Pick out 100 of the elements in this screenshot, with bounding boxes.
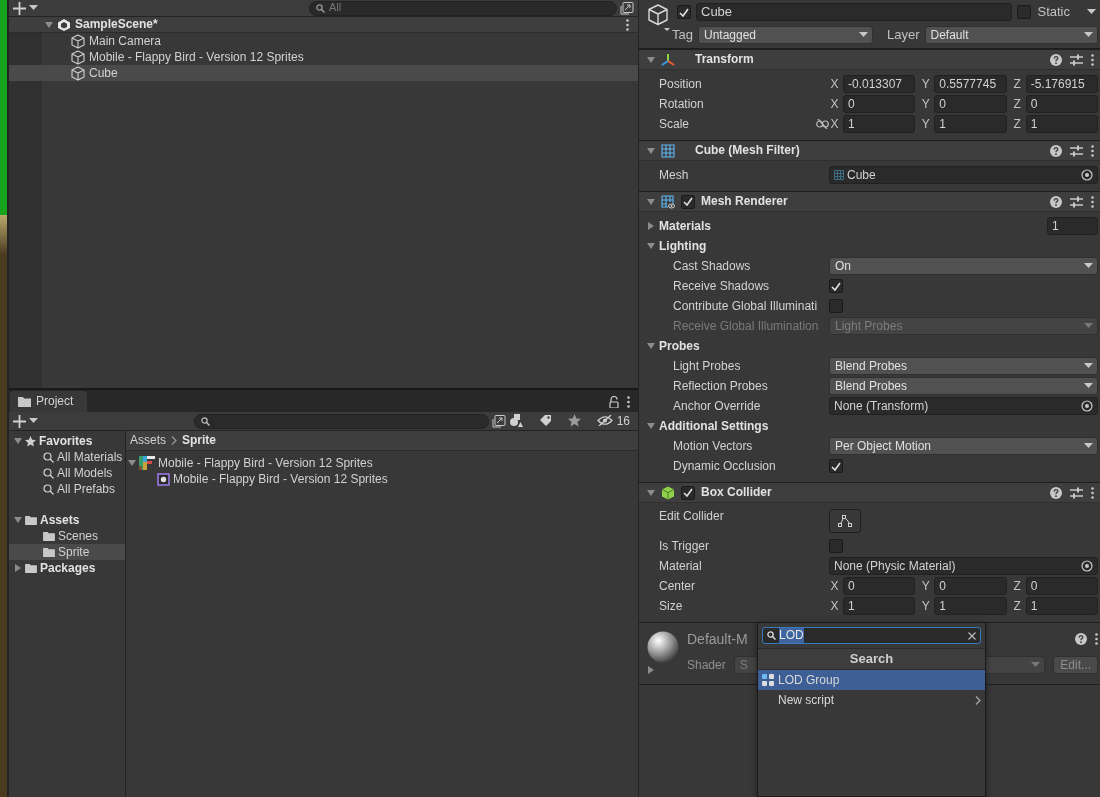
dropdown-caret-icon[interactable] <box>29 418 38 424</box>
number-field[interactable]: 0 <box>843 95 916 113</box>
folder-tree-item[interactable]: All Materials <box>9 449 125 465</box>
unlinked-icon[interactable] <box>816 119 829 129</box>
more-options-icon[interactable] <box>626 18 629 31</box>
help-icon[interactable] <box>1050 195 1062 208</box>
presets-icon[interactable] <box>1070 195 1083 208</box>
collapse-arrow-icon[interactable] <box>128 459 136 467</box>
edit-collider-button[interactable] <box>829 509 861 533</box>
object-picker-icon[interactable] <box>1081 169 1093 181</box>
collapse-arrow-icon[interactable] <box>647 197 655 206</box>
checkbox[interactable] <box>681 194 695 209</box>
number-field[interactable]: 1 <box>934 115 1007 133</box>
tag-dropdown[interactable]: Untagged <box>697 26 873 44</box>
dropdown-caret-icon[interactable] <box>29 5 38 11</box>
expand-arrow-icon[interactable] <box>647 222 655 230</box>
count-field[interactable]: 1 <box>1047 217 1098 235</box>
lock-icon[interactable] <box>609 396 619 408</box>
presets-icon[interactable] <box>1070 144 1083 157</box>
maximize-icon[interactable] <box>620 1 634 15</box>
component-title[interactable]: Transform <box>695 52 754 67</box>
dropdown[interactable]: On <box>829 257 1098 275</box>
clear-icon[interactable] <box>968 631 976 640</box>
dropdown-caret-icon[interactable] <box>1084 383 1093 389</box>
help-icon[interactable] <box>1050 53 1062 66</box>
object-picker-icon[interactable] <box>1081 560 1093 572</box>
checkbox[interactable] <box>829 539 843 553</box>
checkbox[interactable] <box>677 5 691 19</box>
folder-tree-item[interactable]: Packages <box>9 560 125 576</box>
folder-tree-item[interactable]: Sprite <box>9 544 125 560</box>
dropdown[interactable]: Per Object Motion <box>829 437 1098 455</box>
dropdown-caret-icon[interactable] <box>1084 32 1093 38</box>
label-filter-icon[interactable] <box>538 414 552 428</box>
number-field[interactable]: 0 <box>1025 95 1098 113</box>
checkbox[interactable] <box>829 459 843 473</box>
folder-tree-item[interactable]: All Models <box>9 465 125 481</box>
more-options-icon[interactable] <box>1091 53 1094 66</box>
folder-tree-item[interactable]: All Prefabs <box>9 481 125 497</box>
type-filter-icon[interactable] <box>508 414 523 428</box>
scene-name[interactable]: SampleScene* <box>75 17 158 32</box>
more-options-icon[interactable] <box>1091 144 1094 157</box>
collapse-arrow-icon[interactable] <box>45 20 53 29</box>
more-options-icon[interactable] <box>1091 486 1094 499</box>
component-title[interactable]: Mesh Renderer <box>701 194 788 209</box>
asset-item[interactable]: Mobile - Flappy Bird - Version 12 Sprites <box>126 471 638 487</box>
expand-arrow-icon[interactable] <box>14 564 22 572</box>
collapse-arrow-icon[interactable] <box>647 146 655 155</box>
number-field[interactable]: 1 <box>1025 597 1098 615</box>
component-title[interactable]: Cube (Mesh Filter) <box>695 143 800 158</box>
more-options-icon[interactable] <box>1095 633 1098 646</box>
hierarchy-item[interactable]: Main Camera <box>9 33 638 49</box>
asset-item[interactable]: Mobile - Flappy Bird - Version 12 Sprites <box>126 455 638 471</box>
collapse-arrow-icon[interactable] <box>14 437 22 445</box>
dropdown-caret-icon[interactable] <box>1084 263 1093 269</box>
dropdown-caret-icon[interactable] <box>1087 9 1096 15</box>
menu-item[interactable]: LOD Group <box>758 670 985 690</box>
help-icon[interactable] <box>1050 486 1062 499</box>
project-tab[interactable]: Project <box>10 391 88 412</box>
component-title[interactable]: Box Collider <box>701 485 772 500</box>
search-box[interactable]: All <box>309 0 617 16</box>
number-field[interactable]: -0.013307 <box>843 75 916 93</box>
collapse-arrow-icon[interactable] <box>647 242 655 250</box>
presets-icon[interactable] <box>1070 53 1083 66</box>
name-field[interactable]: Cube <box>696 3 1013 21</box>
dropdown[interactable]: Blend Probes <box>829 377 1098 395</box>
breadcrumb-link[interactable]: Assets <box>130 433 166 448</box>
search-window-icon[interactable] <box>491 414 506 428</box>
object-field[interactable]: Cube <box>829 166 1098 184</box>
layer-dropdown[interactable]: Default <box>924 26 1098 44</box>
number-field[interactable]: 1 <box>843 597 916 615</box>
search-field[interactable] <box>194 413 489 429</box>
more-options-icon[interactable] <box>1091 195 1094 208</box>
number-field[interactable]: 0 <box>934 95 1007 113</box>
hidden-packages-button[interactable]: 16 <box>596 413 630 429</box>
checkbox[interactable] <box>829 279 843 293</box>
help-icon[interactable] <box>1050 144 1062 157</box>
hierarchy-item[interactable]: Cube <box>9 65 638 81</box>
collapse-arrow-icon[interactable] <box>647 422 655 430</box>
object-picker-icon[interactable] <box>1081 400 1093 412</box>
star-icon[interactable] <box>567 414 581 428</box>
number-field[interactable]: 1 <box>934 597 1007 615</box>
checkbox[interactable] <box>1017 5 1032 19</box>
folder-tree-item[interactable]: Assets <box>9 512 125 528</box>
number-field[interactable]: 1 <box>1025 115 1098 133</box>
add-icon[interactable] <box>13 414 26 428</box>
hierarchy-item[interactable]: Mobile - Flappy Bird - Version 12 Sprites <box>9 49 638 65</box>
number-field[interactable]: 0 <box>934 577 1007 595</box>
folder-tree-item[interactable]: Scenes <box>9 528 125 544</box>
search-field[interactable]: LOD <box>762 627 981 644</box>
expand-arrow-icon[interactable] <box>647 665 655 674</box>
breadcrumb-link[interactable]: Sprite <box>182 433 217 448</box>
number-field[interactable]: 0 <box>843 577 916 595</box>
presets-icon[interactable] <box>1070 486 1083 499</box>
menu-item[interactable]: New script <box>758 690 985 710</box>
collapse-arrow-icon[interactable] <box>647 342 655 350</box>
help-icon[interactable] <box>1075 633 1087 646</box>
dropdown-caret-icon[interactable] <box>1084 363 1093 369</box>
checkbox[interactable] <box>829 299 843 313</box>
dropdown-caret-icon[interactable] <box>1084 443 1093 449</box>
number-field[interactable]: 0 <box>1025 577 1098 595</box>
